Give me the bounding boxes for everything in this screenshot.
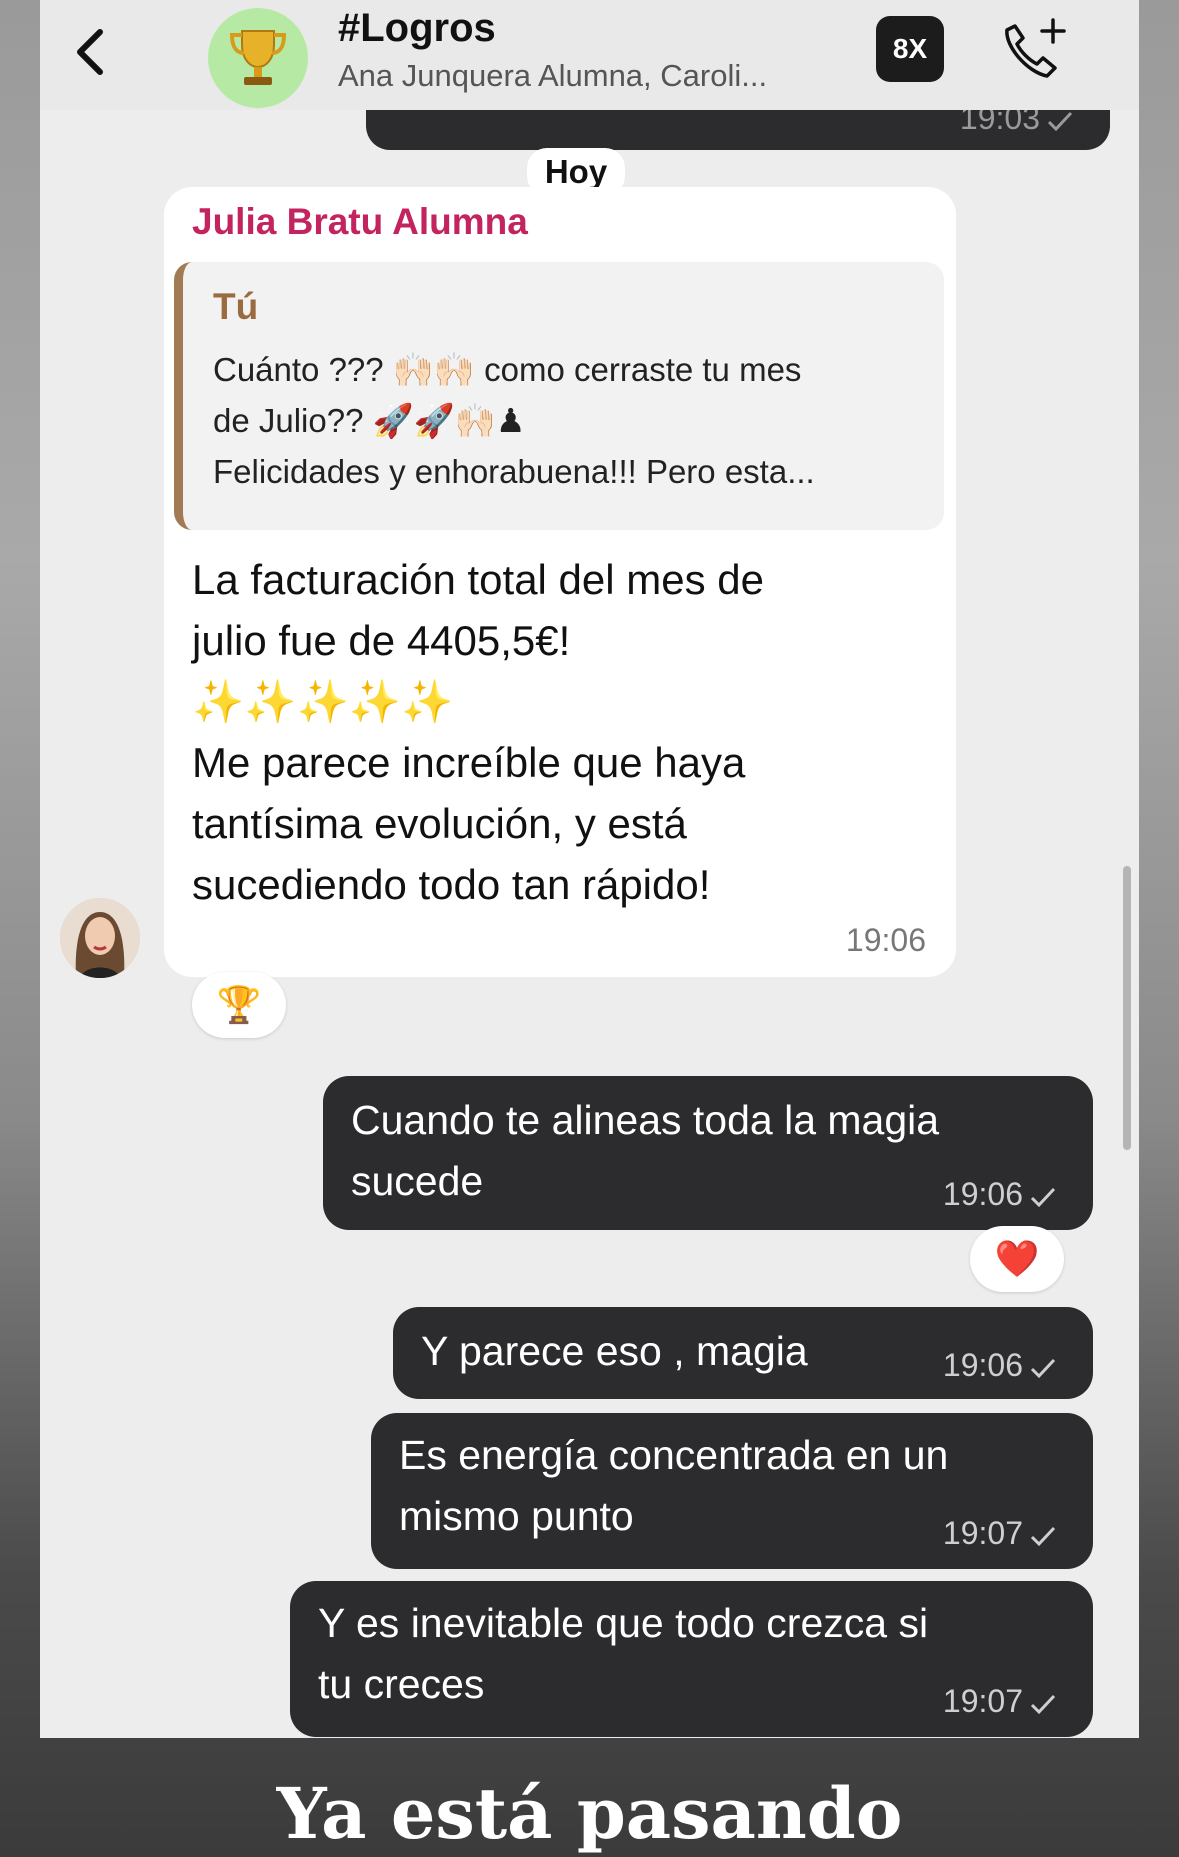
- add-call-icon[interactable]: [997, 16, 1069, 86]
- chat-header: #Logros Ana Junquera Alumna, Caroli... 8…: [40, 0, 1139, 110]
- message-line: tantísima evolución, y está: [192, 800, 687, 847]
- sender-name[interactable]: Julia Bratu Alumna: [192, 201, 528, 243]
- quote-author: Tú: [213, 286, 259, 327]
- message-time: 19:06: [943, 1176, 1057, 1213]
- message-line: La facturación total del mes de: [192, 556, 765, 603]
- scrollbar[interactable]: [1123, 866, 1131, 1150]
- message-text: Es energía concentrada en un mismo punto: [399, 1425, 948, 1547]
- quote-line: de Julio?? 🚀🚀🙌🏻♟: [213, 402, 526, 439]
- message-line: julio fue de 4405,5€!: [192, 617, 571, 664]
- message-time: 19:07: [943, 1515, 1057, 1552]
- message-time: 19:06: [943, 1347, 1057, 1384]
- message-time: 19:07: [943, 1683, 1057, 1720]
- message-text: La facturación total del mes de julio fu…: [192, 549, 932, 915]
- outgoing-message-bubble[interactable]: Es energía concentrada en un mismo punto…: [371, 1413, 1093, 1569]
- group-title[interactable]: #Logros: [338, 6, 496, 51]
- message-line: sucede: [351, 1158, 484, 1204]
- message-text: Y es inevitable que todo crezca si tu cr…: [318, 1593, 928, 1715]
- sent-check-icon: [1030, 1694, 1056, 1714]
- back-arrow-icon[interactable]: [62, 22, 122, 82]
- quote-text: Cuánto ??? 🙌🏻🙌🏻 como cerraste tu mes de …: [213, 344, 943, 497]
- incoming-message-bubble[interactable]: Julia Bratu Alumna Tú Cuánto ??? 🙌🏻🙌🏻 co…: [164, 187, 956, 977]
- group-avatar[interactable]: [208, 8, 308, 108]
- reaction-emoji: 🏆: [216, 984, 262, 1025]
- message-text: Y parece eso , magia: [421, 1328, 808, 1374]
- outgoing-message-bubble[interactable]: Y parece eso , magia 19:06: [393, 1307, 1093, 1399]
- outgoing-message-bubble[interactable]: Y es inevitable que todo crezca si tu cr…: [290, 1581, 1093, 1737]
- sender-avatar[interactable]: [60, 898, 140, 978]
- message-line: Es energía concentrada en un: [399, 1432, 949, 1478]
- trophy-icon: [229, 30, 287, 85]
- reaction-emoji: ❤️: [994, 1238, 1040, 1279]
- message-time: 19:06: [845, 922, 926, 958]
- message-line: Y es inevitable que todo crezca si: [318, 1600, 929, 1646]
- heart-reaction[interactable]: ❤️: [970, 1226, 1064, 1292]
- sent-check-icon: [1030, 1358, 1056, 1378]
- sent-check-icon: [1030, 1187, 1056, 1207]
- message-line: ✨✨✨✨✨: [192, 678, 454, 725]
- message-line: mismo punto: [399, 1493, 634, 1539]
- message-line: Me parece increíble que haya: [192, 739, 746, 786]
- outgoing-message-bubble[interactable]: Cuando te alineas toda la magia sucede 1…: [323, 1076, 1093, 1230]
- message-line: tu creces: [318, 1661, 485, 1707]
- message-text: Cuando te alineas toda la magia sucede: [351, 1090, 939, 1212]
- trophy-reaction[interactable]: 🏆: [192, 972, 286, 1038]
- message-line: sucediendo todo tan rápido!: [192, 861, 711, 908]
- avatar-photo-icon: [60, 898, 140, 978]
- app-badge-label: 8X: [892, 33, 928, 64]
- sent-check-icon: [1047, 111, 1073, 131]
- message-line: Cuando te alineas toda la magia: [351, 1097, 940, 1143]
- app-badge-icon[interactable]: 8X: [876, 16, 944, 82]
- quote-line: Felicidades y enhorabuena!!! Pero esta..…: [213, 453, 815, 490]
- sent-check-icon: [1030, 1526, 1056, 1546]
- story-caption: Ya está pasando: [276, 1772, 903, 1855]
- quoted-message[interactable]: Tú Cuánto ??? 🙌🏻🙌🏻 como cerraste tu mes …: [174, 262, 944, 530]
- quote-line: Cuánto ??? 🙌🏻🙌🏻 como cerraste tu mes: [213, 351, 802, 388]
- group-members[interactable]: Ana Junquera Alumna, Caroli...: [338, 58, 767, 94]
- chat-screen: 19:03 #Logros Ana Junquera Alumna, Carol…: [40, 0, 1139, 1738]
